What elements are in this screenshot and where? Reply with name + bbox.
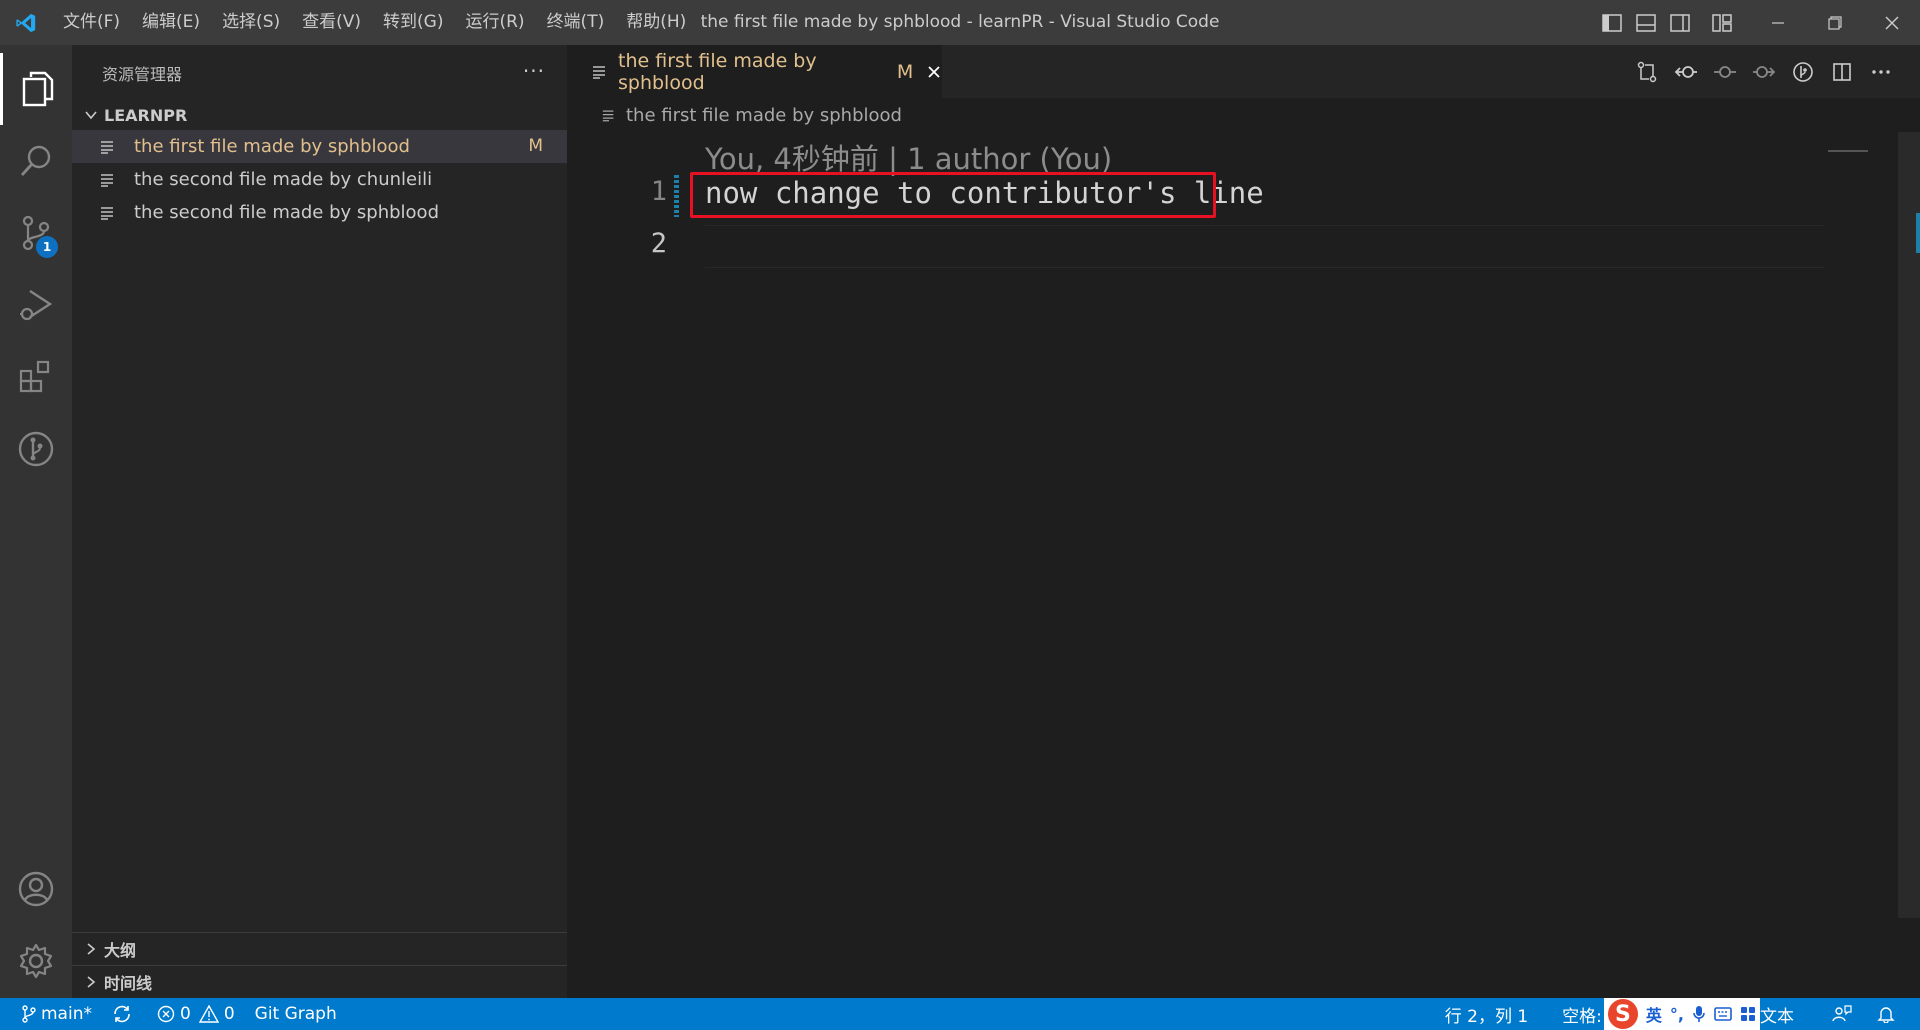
commit-icon[interactable]	[1705, 45, 1744, 98]
language-mode[interactable]: 文本	[1760, 998, 1804, 1030]
file-item[interactable]: the second file made by sphblood	[72, 196, 567, 229]
text-file-icon	[100, 206, 122, 220]
menu-view[interactable]: 查看(V)	[291, 0, 372, 45]
vertical-scrollbar[interactable]	[1898, 132, 1920, 918]
toggle-primary-sidebar-icon[interactable]	[1595, 0, 1629, 45]
search-icon[interactable]	[0, 125, 72, 197]
modified-badge: M	[528, 136, 543, 156]
vscode-logo-icon	[0, 0, 52, 45]
extensions-icon[interactable]	[0, 341, 72, 413]
explorer-header: 资源管理器 ···	[72, 45, 567, 100]
branch-name: main*	[41, 1004, 92, 1024]
chevron-right-icon	[80, 942, 102, 956]
file-name: the second file made by chunleili	[134, 169, 433, 190]
status-bar: main* 0 0 Git Graph 行 2，列 1 空格: S 英 °, 文…	[0, 998, 1920, 1030]
text-file-icon	[100, 140, 122, 154]
menu-edit[interactable]: 编辑(E)	[131, 0, 211, 45]
menu-selection[interactable]: 选择(S)	[211, 0, 291, 45]
menu-help[interactable]: 帮助(H)	[615, 0, 697, 45]
tab-modified-badge: M	[896, 60, 914, 83]
annotation-highlight-box	[690, 172, 1216, 218]
indentation-status[interactable]: 空格:	[1552, 998, 1604, 1030]
minimap[interactable]	[1828, 150, 1868, 152]
sync-icon[interactable]	[102, 998, 147, 1030]
toggle-secondary-sidebar-icon[interactable]	[1663, 0, 1697, 45]
timeline-label: 时间线	[104, 974, 153, 993]
sogou-ime-icon: S	[1607, 999, 1638, 1029]
warning-count: 0	[223, 1004, 235, 1024]
account-icon[interactable]	[0, 853, 72, 925]
activity-bar: 1	[0, 45, 72, 998]
breadcrumb: the first file made by sphblood	[567, 98, 1920, 132]
git-graph-icon[interactable]	[0, 413, 72, 485]
line-number: 2	[650, 228, 667, 259]
git-graph-view-icon[interactable]	[1783, 45, 1822, 98]
editor-actions	[1627, 45, 1900, 98]
keyboard-icon[interactable]	[1714, 1007, 1732, 1021]
explorer-icon[interactable]	[0, 53, 72, 125]
ime-toolbar[interactable]: S 英 °,	[1603, 998, 1760, 1030]
close-tab-icon[interactable]	[925, 63, 942, 81]
previous-revision-icon[interactable]	[1666, 45, 1705, 98]
source-control-icon[interactable]: 1	[0, 197, 72, 269]
git-graph-status[interactable]: Git Graph	[245, 998, 347, 1030]
branch-status[interactable]: main*	[0, 998, 102, 1030]
microphone-icon[interactable]	[1692, 1005, 1706, 1023]
feedback-icon[interactable]	[1822, 998, 1867, 1030]
file-name: the first file made by sphblood	[134, 136, 410, 157]
editor-group: the first file made by sphblood M the fi…	[567, 45, 1920, 998]
error-count: 0	[179, 1004, 191, 1024]
scrollbar-change-marker	[1916, 213, 1920, 253]
cursor-position[interactable]: 行 2，列 1	[1435, 998, 1538, 1030]
more-actions-icon[interactable]: ···	[523, 59, 545, 83]
open-changes-icon[interactable]	[1627, 45, 1666, 98]
menu-terminal[interactable]: 终端(T)	[536, 0, 616, 45]
timeline-section[interactable]: 时间线	[72, 965, 567, 998]
toggle-panel-icon[interactable]	[1629, 0, 1663, 45]
menu-run[interactable]: 运行(R)	[454, 0, 535, 45]
run-debug-icon[interactable]	[0, 269, 72, 341]
folder-name: LEARNPR	[104, 105, 188, 125]
menu-go[interactable]: 转到(G)	[372, 0, 454, 45]
editor-tab[interactable]: the first file made by sphblood M	[567, 45, 942, 98]
tab-label: the first file made by sphblood	[618, 49, 817, 94]
ime-language[interactable]: 英	[1646, 1002, 1662, 1026]
current-line-highlight	[705, 225, 1825, 268]
outline-section[interactable]: 大纲	[72, 932, 567, 965]
text-file-icon	[602, 109, 616, 122]
next-revision-icon[interactable]	[1744, 45, 1783, 98]
breadcrumb-file[interactable]: the first file made by sphblood	[626, 105, 902, 126]
minimize-icon[interactable]	[1749, 0, 1806, 45]
problems-status[interactable]: 0 0	[147, 998, 245, 1030]
title-bar: 文件(F) 编辑(E) 选择(S) 查看(V) 转到(G) 运行(R) 终端(T…	[0, 0, 1920, 45]
file-name: the second file made by sphblood	[134, 202, 439, 223]
split-editor-icon[interactable]	[1822, 45, 1861, 98]
source-control-badge: 1	[36, 236, 58, 258]
tab-bar: the first file made by sphblood M	[567, 45, 1920, 98]
explorer-title: 资源管理器	[102, 64, 183, 84]
more-actions-icon[interactable]	[1861, 45, 1900, 98]
folder-header[interactable]: LEARNPR	[72, 100, 567, 130]
ime-punctuation[interactable]: °,	[1670, 1005, 1684, 1024]
file-item[interactable]: the first file made by sphblood M	[72, 130, 567, 163]
customize-layout-icon[interactable]	[1705, 0, 1739, 45]
chevron-down-icon	[80, 108, 102, 122]
close-window-icon[interactable]	[1863, 0, 1920, 45]
outline-label: 大纲	[104, 941, 137, 960]
notifications-bell-icon[interactable]	[1867, 998, 1910, 1030]
chevron-right-icon	[80, 975, 102, 989]
text-file-icon	[100, 173, 122, 187]
menu-file[interactable]: 文件(F)	[52, 0, 131, 45]
ime-menu-icon[interactable]	[1740, 1006, 1756, 1022]
file-item[interactable]: the second file made by chunleili	[72, 163, 567, 196]
modified-line-indicator	[674, 175, 679, 217]
line-number: 1	[650, 176, 667, 207]
code-editor[interactable]: You, 4秒钟前 | 1 author (You) 1 now change …	[567, 132, 1920, 998]
restore-icon[interactable]	[1806, 0, 1863, 45]
text-file-icon	[592, 65, 608, 79]
explorer-sidebar: 资源管理器 ··· LEARNPR the first file made by…	[72, 45, 567, 998]
settings-gear-icon[interactable]	[0, 925, 72, 997]
menu-bar: 文件(F) 编辑(E) 选择(S) 查看(V) 转到(G) 运行(R) 终端(T…	[52, 0, 697, 45]
